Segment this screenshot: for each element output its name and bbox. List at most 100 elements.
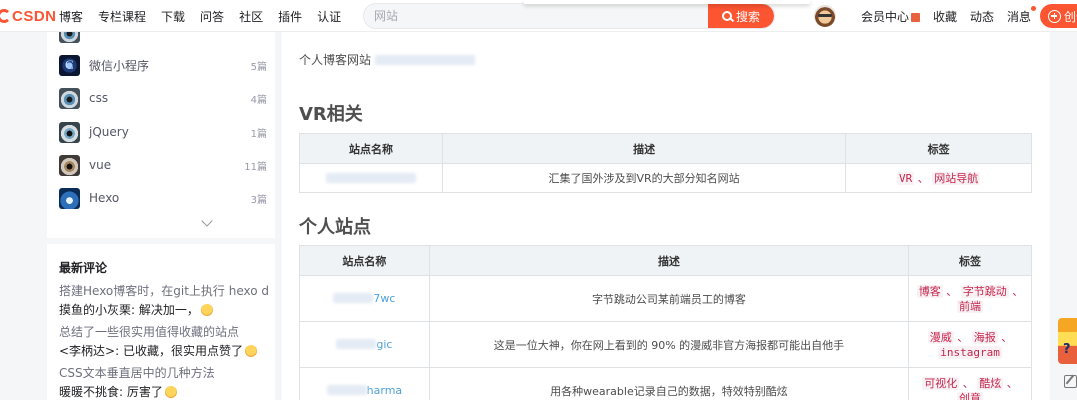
csdn-logo[interactable]: CSDN (0, 6, 57, 26)
comment-reply-text: 暖暖不挑食: 厉害了 (59, 385, 163, 399)
tag: 可视化 (922, 376, 960, 390)
table-row: harma 用各种wearable记录自己的数据，特效特别酷炫 可视化 、 酷炫… (299, 367, 1032, 400)
blurred-site-link[interactable] (326, 385, 367, 395)
category-count: 5篇 (250, 61, 267, 73)
nav-item-plugins[interactable]: 插件 (278, 8, 302, 25)
blurred-site-link[interactable] (333, 293, 374, 303)
column-header-description: 描述 (441, 133, 847, 164)
tag: 漫威 (927, 330, 954, 344)
search-button[interactable]: 搜索 (708, 4, 774, 28)
tags-cell: 博客 、 字节跳动 、 前端 (908, 275, 1032, 322)
tag: 字节跳动 (960, 284, 1009, 298)
search-input[interactable] (364, 4, 709, 28)
column-header-site-name: 站点名称 (299, 245, 430, 276)
blurred-site-link[interactable] (325, 172, 416, 183)
category-name: Hexo (89, 191, 120, 205)
gift-icon (911, 12, 921, 22)
category-item-css[interactable]: css 4篇 (59, 85, 267, 111)
description-cell: 用各种wearable记录自己的数据，特效特别酷炫 (428, 367, 910, 400)
search-button-label: 搜索 (735, 9, 760, 24)
mini-program-thumb-icon (59, 54, 80, 76)
eye-thumb-icon (59, 154, 80, 176)
tag: 酷炫 (977, 376, 1004, 390)
eye-thumb-icon (59, 87, 80, 109)
tag: VR (897, 171, 915, 185)
comment-article-link[interactable]: CSS文本垂直居中的几种方法 (59, 364, 269, 381)
description-cell: 汇集了国外涉及到VR的大部分知名网站 (441, 163, 847, 193)
nav-item-download[interactable]: 下载 (161, 8, 185, 25)
latest-comments-card: 最新评论 搭建Hexo博客时，在git上执行 hexo d /h... 摸鱼的小… (47, 244, 275, 400)
comment-article-link[interactable]: 总结了一些很实用值得收藏的站点 (59, 323, 269, 340)
nav-item-community[interactable]: 社区 (239, 8, 263, 25)
tag: 博客 (916, 284, 943, 298)
user-nav: 会员中心 收藏 动态 消息 (861, 0, 1044, 32)
column-header-description: 描述 (428, 245, 910, 276)
logo-text: CSDN (12, 7, 57, 25)
column-header-tags: 标签 (908, 245, 1032, 276)
tag: 海报 (971, 330, 998, 344)
tags-cell: 漫威 、 海报 、 instagram (908, 321, 1032, 368)
search-box: 搜索 (363, 3, 775, 29)
intro-text: 个人博客网站 (299, 53, 372, 67)
table-row: gic 这是一位大神，你在网上看到的 90% 的漫威非官方海报都可能出自他手 漫… (299, 321, 1032, 368)
member-center-label: 会员中心 (861, 9, 910, 24)
messages-label: 消息 (1007, 9, 1032, 24)
column-header-site-name: 站点名称 (299, 133, 443, 164)
blurred-site-link[interactable] (336, 339, 377, 349)
create-button-label: 创作 (1064, 9, 1077, 24)
comment-article-link[interactable]: 搭建Hexo博客时，在git上执行 hexo d /h... (59, 282, 269, 299)
category-count: 3篇 (250, 194, 267, 206)
comment-reply: 暖暖不挑食: 厉害了 (59, 383, 269, 400)
create-button[interactable]: 创作 (1040, 4, 1077, 28)
category-item-jquery[interactable]: jQuery 1篇 (59, 119, 267, 145)
site-name-cell[interactable]: harma (299, 367, 430, 400)
category-item-partial[interactable] (59, 32, 267, 45)
top-navigation-bar: CSDN 博客 专栏课程 下载 问答 社区 插件 认证 搜索 会员中心 收藏 动… (0, 0, 1077, 32)
site-name-cell[interactable]: gic (299, 321, 430, 368)
comment-reply: <李柄达>: 已收藏，很实用点赞了 (59, 342, 269, 359)
nav-item-blog[interactable]: 博客 (59, 8, 83, 25)
plus-circle-icon (1048, 9, 1061, 23)
category-item-wechat-miniprogram[interactable]: 微信小程序 5篇 (59, 52, 267, 78)
globe-thumb-icon (59, 187, 80, 209)
nav-item-courses[interactable]: 专栏课程 (98, 8, 146, 25)
table-row: 7wc 字节跳动公司某前端员工的博客 博客 、 字节跳动 、 前端 (299, 275, 1032, 322)
site-name-cell[interactable]: 7wc (299, 275, 430, 322)
nav-item-qa[interactable]: 问答 (200, 8, 224, 25)
category-name: css (89, 91, 109, 105)
emoji-icon (164, 386, 177, 398)
csdn-logo-mark-icon (0, 9, 11, 23)
messages-link[interactable]: 消息 (1007, 5, 1037, 25)
site-link[interactable]: 7wc (373, 292, 395, 305)
table-header-row: 站点名称 描述 标签 (299, 133, 1032, 164)
category-name: jQuery (89, 125, 129, 139)
category-item-hexo[interactable]: Hexo 3篇 (59, 185, 267, 211)
comment-reply: 摸鱼的小灰栗: 解决加一， (59, 301, 269, 318)
category-count: 1篇 (250, 128, 267, 140)
column-header-tags: 标签 (845, 133, 1032, 164)
blurred-link[interactable] (374, 55, 475, 65)
edit-icon[interactable] (1064, 375, 1077, 388)
category-thumb-icon (59, 32, 80, 43)
table-row: 汇集了国外涉及到VR的大部分知名网站 VR 、 网站导航 (299, 163, 1032, 193)
nav-item-certification[interactable]: 认证 (317, 8, 341, 25)
site-link[interactable]: harma (367, 384, 403, 397)
article-content: 个人博客网站 VR相关 站点名称 描述 标签 汇集了国外涉及到VR的大部分知名网… (282, 32, 1050, 400)
search-icon (721, 11, 732, 21)
activity-link[interactable]: 动态 (970, 8, 994, 25)
site-link[interactable]: gic (376, 338, 392, 351)
main-nav: 博客 专栏课程 下载 问答 社区 插件 认证 (59, 0, 356, 32)
member-center-link[interactable]: 会员中心 (861, 8, 921, 25)
user-avatar[interactable] (814, 5, 836, 27)
site-name-cell[interactable] (299, 163, 443, 193)
emoji-icon (244, 345, 257, 357)
table-header-row: 站点名称 描述 标签 (299, 245, 1032, 276)
floating-promo-image[interactable] (1058, 318, 1077, 364)
favorites-link[interactable]: 收藏 (933, 8, 957, 25)
category-item-vue[interactable]: vue 11篇 (59, 152, 267, 178)
section-title-personal-sites: 个人站点 (299, 217, 371, 238)
chevron-down-icon[interactable] (201, 215, 213, 227)
tag: 网站导航 (932, 171, 981, 185)
emoji-icon (200, 304, 213, 316)
category-name: vue (89, 158, 112, 172)
